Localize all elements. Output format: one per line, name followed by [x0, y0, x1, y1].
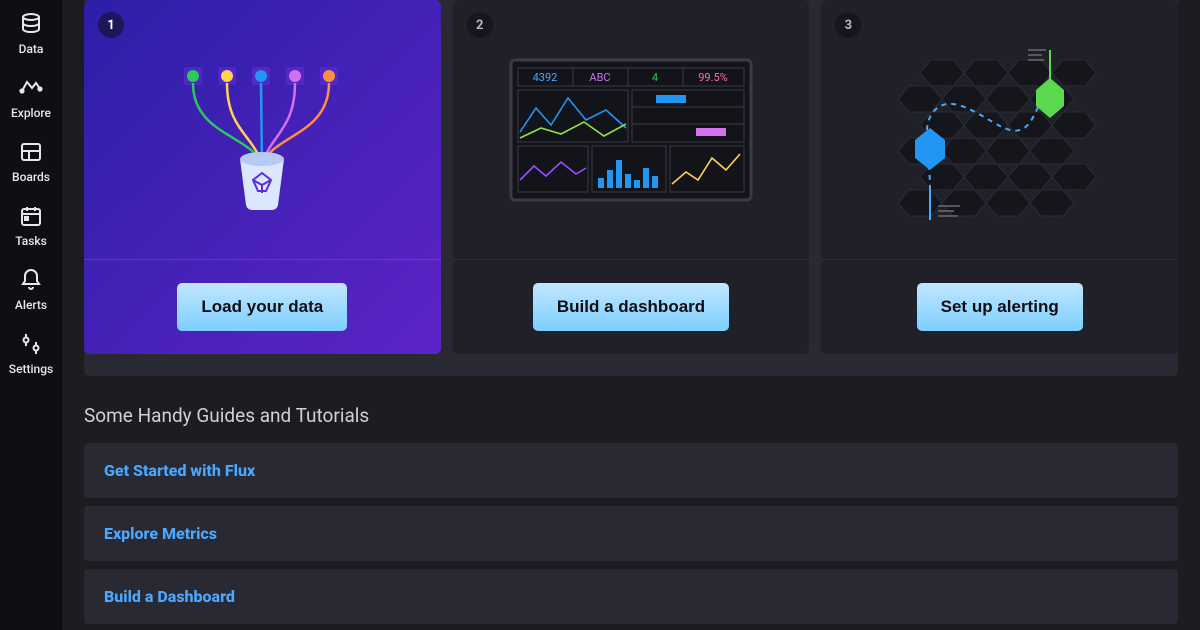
nav-data[interactable]: Data — [17, 10, 45, 56]
settings-icon — [17, 330, 45, 358]
nav-settings[interactable]: Settings — [9, 330, 53, 376]
stat-value: 4 — [652, 71, 658, 84]
card-alerting: 3 — [821, 0, 1178, 354]
stat-value: 4392 — [533, 71, 558, 84]
nav-label: Explore — [11, 106, 51, 120]
stat-value: ABC — [589, 71, 610, 84]
step-badge: 1 — [98, 12, 124, 38]
boards-icon — [17, 138, 45, 166]
getting-started-panel: 1 — [84, 0, 1178, 376]
card-load-data: 1 — [84, 0, 441, 354]
card-action: Load your data — [84, 260, 441, 354]
card-action: Set up alerting — [821, 260, 1178, 354]
nav-alerts[interactable]: Alerts — [15, 266, 47, 312]
card-build-dashboard: 2 4392 ABC 4 99.5% — [453, 0, 810, 354]
nav-tasks[interactable]: Tasks — [15, 202, 47, 248]
guides-list: Get Started with Flux Explore Metrics Bu… — [62, 443, 1200, 630]
nav-label: Tasks — [15, 234, 47, 248]
nav-boards[interactable]: Boards — [12, 138, 50, 184]
build-dashboard-button[interactable]: Build a dashboard — [533, 283, 729, 331]
tasks-icon — [17, 202, 45, 230]
alerting-illustration — [821, 0, 1178, 260]
guide-flux[interactable]: Get Started with Flux — [84, 443, 1178, 498]
onboarding-cards: 1 — [84, 0, 1178, 354]
dashboard-illustration: 4392 ABC 4 99.5% — [453, 0, 810, 260]
load-data-button[interactable]: Load your data — [177, 283, 347, 331]
load-data-illustration — [84, 0, 441, 260]
guide-build-dashboard[interactable]: Build a Dashboard — [84, 569, 1178, 624]
guides-heading: Some Handy Guides and Tutorials — [84, 404, 1200, 427]
guide-explore-metrics[interactable]: Explore Metrics — [84, 506, 1178, 561]
set-up-alerting-button[interactable]: Set up alerting — [917, 283, 1083, 331]
nav-explore[interactable]: Explore — [11, 74, 51, 120]
main-content: 1 — [62, 0, 1200, 630]
explore-icon — [17, 74, 45, 102]
alerts-icon — [17, 266, 45, 294]
sidebar: Data Explore Boards — [0, 0, 62, 630]
nav-label: Data — [19, 42, 44, 56]
nav-label: Boards — [12, 170, 50, 184]
step-badge: 2 — [467, 12, 493, 38]
data-bucket-icon — [17, 10, 45, 38]
nav-label: Alerts — [15, 298, 47, 312]
stat-value: 99.5% — [698, 71, 728, 84]
nav-label: Settings — [9, 362, 53, 376]
card-action: Build a dashboard — [453, 260, 810, 354]
